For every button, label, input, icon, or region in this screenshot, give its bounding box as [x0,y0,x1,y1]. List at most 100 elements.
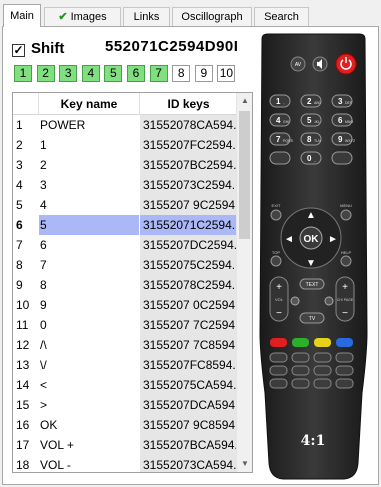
tab-main[interactable]: Main [3,4,41,27]
tab-oscillograph[interactable]: Oscillograph [172,7,252,26]
k5-key: 5 JKL [300,113,322,127]
vertical-scrollbar[interactable]: ▲ ▼ [236,93,252,472]
shift-checkbox[interactable]: ✓ Shift [12,40,64,57]
small-button-left [290,296,300,306]
tab-main-label: Main [10,10,34,22]
number-button-8[interactable]: 8 [172,65,191,82]
number-button-1[interactable]: 1 [14,65,32,82]
row-index: 16 [16,418,30,432]
table-row[interactable]: 15 >3155207DCA594... [13,395,237,415]
svg-text:CH/ PAGE: CH/ PAGE [337,298,354,302]
row-key-name: 9 [40,298,47,312]
tv-label: TV [309,316,316,322]
svg-text:JKL: JKL [314,120,320,124]
svg-text:ABC: ABC [314,101,322,105]
svg-text:DEF: DEF [345,101,352,105]
row-key-name: 3 [40,178,47,192]
row-id-keys: 3155207DC2594... [140,235,237,255]
table-row[interactable]: 7 6 3155207DC2594... [13,235,237,255]
row-index: 17 [16,438,30,452]
tab-search[interactable]: Search [254,7,309,26]
table-header: Key name ID keys [13,93,237,115]
k0-key: 0 _ [300,151,322,165]
up-arrow-icon: ▲ [306,210,316,221]
scroll-down-icon[interactable]: ▼ [237,456,252,472]
scroll-up-icon[interactable]: ▲ [237,93,252,109]
number-button-4[interactable]: 4 [81,65,100,82]
tab-images[interactable]: ✔ Images [44,7,121,26]
table-row[interactable]: 11 0 3155207 7C2594... [13,315,237,335]
top-button [270,255,282,267]
svg-text:WXYZ: WXYZ [345,139,356,143]
table-row[interactable]: 12 /\ 3155207 7C8594... [13,335,237,355]
check-icon: ✔ [58,11,68,23]
svg-text:GHI: GHI [283,120,289,124]
row-id-keys: 31552075C2594... [140,255,237,275]
help-label: HELP [341,250,352,255]
table-row[interactable]: 6 5 31552071C2594... [13,215,237,235]
row-key-name: > [40,398,48,412]
media-button [291,352,310,363]
header-key-name[interactable]: Key name [39,93,140,115]
tab-links[interactable]: Links [123,7,170,26]
media-button [269,378,288,389]
svg-text:4: 4 [276,116,281,125]
row-index: 1 [16,118,23,132]
row-index: 12 [16,338,30,352]
k4-key: 4 GHI [269,113,291,127]
svg-text:MNO: MNO [345,120,353,124]
table-row[interactable]: 1 POWER 31552078CA594... [13,115,237,135]
scrollbar-thumb[interactable] [239,111,250,239]
row-id-keys: 3155207BC2594... [140,155,237,175]
media-button [269,365,288,376]
table-row[interactable]: 16 OK 3155207 9C8594... [13,415,237,435]
row-id-keys: 3155207BCA594... [140,435,237,455]
number-button-3[interactable]: 3 [59,65,78,82]
header-id-keys[interactable]: ID keys [140,93,237,115]
svg-text:TUV: TUV [314,139,322,143]
table-row[interactable]: 13 \/ 3155207FC8594... [13,355,237,375]
media-button [291,378,310,389]
table-row[interactable]: 14 <31552075CA594... [13,375,237,395]
header-index [13,93,39,115]
id-display: 552071C2594D90I [105,38,239,55]
row-key-name: < [40,378,48,392]
table-row[interactable]: 10 9 3155207 0C2594... [13,295,237,315]
row-key-name: 0 [40,318,47,332]
down-arrow-icon: ▼ [306,258,316,269]
media-button [335,365,354,376]
number-button-10[interactable]: 10 [217,65,236,82]
row-key-name: POWER [40,118,86,132]
number-button-7[interactable]: 7 [149,65,168,82]
table-row[interactable]: 4 3 31552073C2594... [13,175,237,195]
row-key-name: 5 [39,215,139,235]
svg-text:+: + [276,282,282,293]
table-row[interactable]: 2 1 3155207FC2594... [13,135,237,155]
number-button-2[interactable]: 2 [36,65,55,82]
navigation-ring: OK ▲ ▼ ◄ ► [280,207,342,269]
row-key-name: 6 [40,238,47,252]
number-button-9[interactable]: 9 [194,65,213,82]
table-row[interactable]: 8 7 31552075C2594... [13,255,237,275]
side-key [269,151,291,165]
row-index: 4 [16,178,23,192]
tab-oscillograph-label: Oscillograph [181,11,243,23]
table-row[interactable]: 18 VOL - 31552073CA594... [13,455,237,472]
table-row[interactable]: 3 2 3155207BC2594... [13,155,237,175]
table-body: 1 POWER 31552078CA594... 2 1 3155207FC2594...… [13,115,237,472]
number-button-5[interactable]: 5 [104,65,123,82]
row-key-name: 1 [40,138,47,152]
row-key-name: 7 [40,258,47,272]
table-row[interactable]: 9 8 31552078C2594... [13,275,237,295]
number-button-6[interactable]: 6 [127,65,145,82]
table-row[interactable]: 5 4 3155207 9C2594... [13,195,237,215]
row-id-keys: 3155207FC8594... [140,355,237,375]
row-index: 2 [16,138,23,152]
row-key-name: 4 [40,198,47,212]
row-id-keys: 3155207DCA594... [140,395,237,415]
small-button-right [324,296,334,306]
svg-text:6: 6 [338,116,343,125]
k8-key: 8 TUV [300,132,322,146]
shift-label: Shift [31,40,65,57]
table-row[interactable]: 17 VOL + 3155207BCA594... [13,435,237,455]
